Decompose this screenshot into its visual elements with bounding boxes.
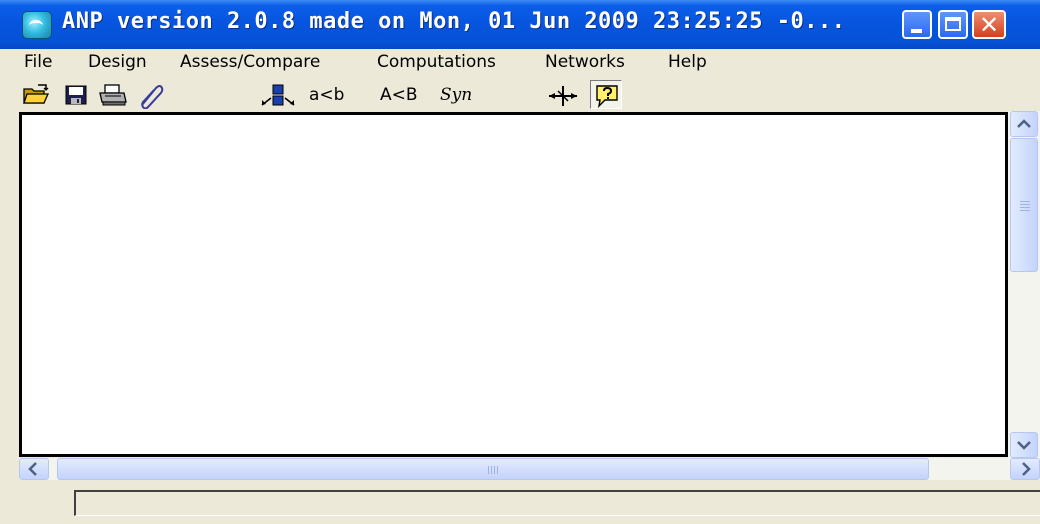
- menu-design[interactable]: Design: [88, 52, 147, 72]
- chevron-left-icon: [28, 462, 37, 476]
- menu-assess-compare[interactable]: Assess/Compare: [180, 52, 320, 72]
- print-icon[interactable]: [98, 83, 128, 107]
- toolbar: a<b A<B Syn: [0, 79, 1040, 111]
- compass-icon[interactable]: [547, 83, 579, 109]
- app-window: ANP version 2.0.8 made on Mon, 01 Jun 20…: [0, 0, 1040, 524]
- window-title: ANP version 2.0.8 made on Mon, 01 Jun 20…: [62, 9, 846, 34]
- synthesize-button[interactable]: Syn: [440, 85, 472, 105]
- attach-paperclip-icon[interactable]: [136, 83, 164, 109]
- open-folder-icon[interactable]: [22, 83, 50, 107]
- horizontal-scrollbar[interactable]: [19, 458, 1040, 480]
- compare-lower-button[interactable]: a<b: [309, 85, 344, 105]
- vertical-scroll-thumb[interactable]: [1010, 138, 1038, 272]
- minimize-icon: [911, 29, 922, 33]
- horizontal-scroll-thumb[interactable]: [57, 458, 929, 480]
- help-button[interactable]: [590, 80, 622, 109]
- maximize-icon: [945, 17, 961, 31]
- title-bar[interactable]: ANP version 2.0.8 made on Mon, 01 Jun 20…: [0, 0, 1040, 49]
- app-icon: [22, 11, 52, 39]
- minimize-button[interactable]: [902, 10, 932, 39]
- maximize-button[interactable]: [938, 10, 968, 39]
- menu-file[interactable]: File: [24, 52, 52, 72]
- scroll-right-button[interactable]: [1010, 458, 1040, 480]
- window-left-frame: [0, 111, 19, 524]
- status-bar: [19, 482, 1040, 524]
- menu-help[interactable]: Help: [668, 52, 707, 72]
- menu-bar: File Design Assess/Compare Computations …: [0, 49, 1040, 79]
- help-question-icon: [596, 85, 618, 108]
- vertical-scrollbar[interactable]: [1008, 111, 1040, 458]
- scroll-left-button[interactable]: [19, 458, 49, 480]
- scroll-down-button[interactable]: [1010, 432, 1038, 458]
- scroll-up-button[interactable]: [1010, 111, 1038, 137]
- menu-computations[interactable]: Computations: [377, 52, 496, 72]
- save-disk-icon[interactable]: [64, 83, 88, 107]
- close-icon: ✕: [978, 11, 1000, 39]
- chevron-down-icon: [1017, 441, 1031, 450]
- compare-upper-button[interactable]: A<B: [380, 85, 418, 105]
- status-field: [74, 490, 1040, 516]
- menu-networks[interactable]: Networks: [545, 52, 625, 72]
- chevron-right-icon: [1022, 462, 1031, 476]
- chevron-up-icon: [1017, 119, 1031, 128]
- close-button[interactable]: ✕: [972, 10, 1006, 39]
- hierarchy-icon[interactable]: [258, 83, 300, 109]
- model-canvas[interactable]: [19, 112, 1008, 457]
